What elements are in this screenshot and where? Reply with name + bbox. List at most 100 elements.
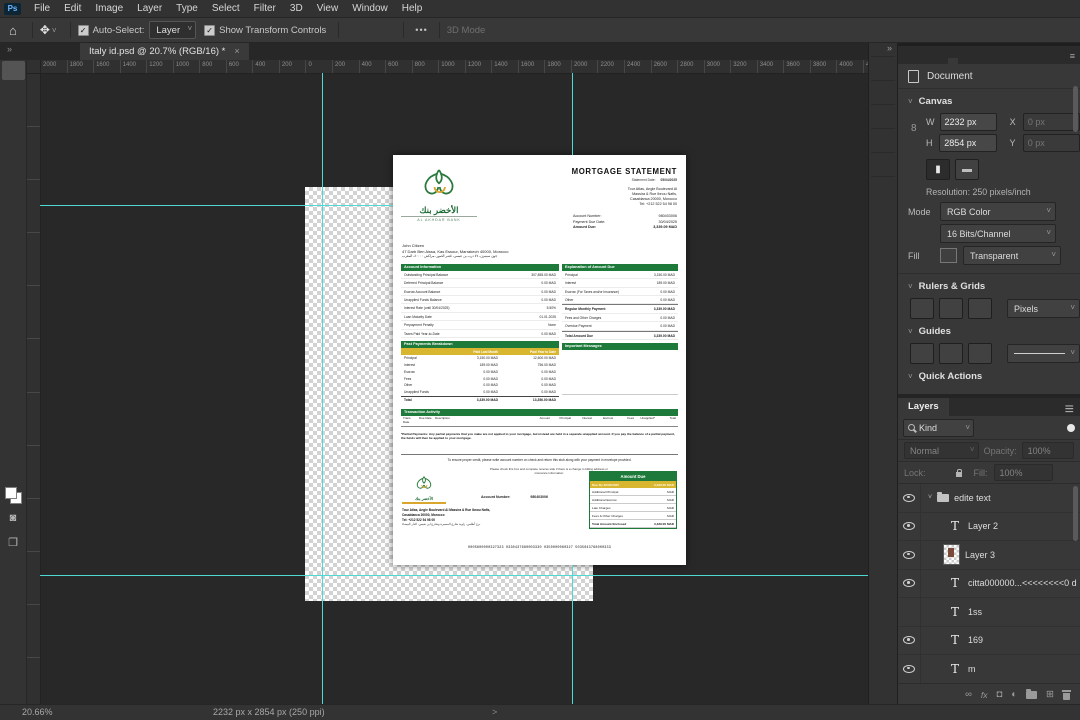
marquee-tool[interactable] [2, 80, 25, 99]
guide-vertical-1[interactable] [322, 73, 323, 705]
new-group-icon[interactable] [1026, 688, 1038, 699]
history-brush-tool[interactable] [2, 252, 25, 271]
blur-tool[interactable] [2, 309, 25, 328]
layer-row-m[interactable]: T m [898, 655, 1080, 683]
rulers-grids-section-header[interactable]: ˅ Rulers & Grids [898, 274, 1080, 295]
layer-name[interactable]: 169 [968, 635, 983, 645]
guides-section-header[interactable]: ˅ Guides [898, 319, 1080, 340]
lock-all-icon[interactable] [955, 468, 962, 477]
home-icon[interactable]: ⌂ [9, 23, 17, 38]
move-tool-icon[interactable]: ✥ [40, 23, 50, 37]
menu-item[interactable]: Type [169, 0, 205, 17]
kind-filter-dropdown[interactable]: Kind [903, 418, 974, 437]
layer-row-layer-3[interactable]: T Layer 3 [898, 541, 1080, 570]
rotate-view-tool[interactable] [2, 424, 25, 443]
portrait-orientation-button[interactable]: ▮ [926, 159, 950, 180]
units-dropdown[interactable]: Pixels [1007, 299, 1080, 318]
menu-item[interactable]: File [27, 0, 57, 17]
visibility-toggle[interactable] [898, 541, 921, 569]
ruler-corner-icon[interactable] [910, 298, 934, 319]
guide-horizontal-2[interactable] [40, 575, 868, 576]
canvas-area[interactable]: 2000 1800 1600 1400 1200 1000 800 600 400 200 0 200… [27, 60, 868, 705]
layers-menu-icon[interactable]: ≡ [1059, 398, 1080, 418]
layer-row-layer-2[interactable]: T Layer 2 [898, 512, 1080, 541]
color-swatches[interactable] [4, 487, 22, 505]
new-layer-icon[interactable]: ⊞ [1046, 689, 1054, 700]
layer-name[interactable]: edite text [954, 493, 991, 503]
delete-layer-icon[interactable] [1062, 690, 1071, 700]
bit-depth-dropdown[interactable]: 16 Bits/Channel [940, 224, 1056, 243]
visibility-toggle[interactable] [898, 598, 921, 626]
healing-brush-tool[interactable] [2, 195, 25, 214]
quick-mask-icon[interactable]: ◙ [2, 508, 25, 528]
presets-panel-icon[interactable] [871, 80, 895, 104]
document-tab[interactable]: Italy id.psd @ 20.7% (RGB/16) * × [80, 42, 249, 60]
3d-panel-icon[interactable] [871, 176, 895, 200]
dodge-tool[interactable] [2, 328, 25, 347]
pasteboard[interactable]: الأخضر بنك AL AKHDAR BANK MORTGAGE STATE… [40, 73, 868, 705]
blend-mode-dropdown[interactable]: Normal [904, 442, 979, 459]
layer-name[interactable]: Layer 3 [965, 550, 995, 560]
lasso-tool[interactable] [2, 99, 25, 118]
layers-scrollbar[interactable] [1072, 486, 1079, 546]
menu-item[interactable]: View [310, 0, 346, 17]
grid-icon[interactable] [939, 298, 963, 319]
properties-scrollbar[interactable] [1072, 86, 1079, 388]
pen-tool[interactable] [2, 347, 25, 366]
width-field[interactable]: 2232 px [939, 113, 997, 131]
layer-name[interactable]: 1ss [968, 607, 982, 617]
canvas-section-header[interactable]: ˅ Canvas [898, 89, 1080, 110]
quick-selection-tool[interactable] [2, 118, 25, 137]
collapse-panels-icon[interactable]: » [887, 43, 892, 53]
zoom-tool[interactable] [2, 443, 25, 462]
visibility-toggle[interactable] [898, 484, 921, 512]
auto-select-target-dropdown[interactable]: Layer [149, 21, 197, 39]
clone-stamp-tool[interactable] [2, 233, 25, 252]
guide-style-dropdown[interactable] [1007, 344, 1080, 363]
menu-item[interactable]: Filter [247, 0, 283, 17]
layers-tab[interactable]: Layers [898, 398, 949, 416]
fill-opacity-field[interactable]: 100% [993, 464, 1053, 481]
layer-mask-icon[interactable]: ◘ [997, 689, 1003, 700]
color-mode-dropdown[interactable]: RGB Color [940, 202, 1056, 221]
menu-item[interactable]: Window [345, 0, 395, 17]
guide-vertical-2-bottom[interactable] [572, 565, 573, 705]
status-chevron-icon[interactable]: > [492, 707, 497, 717]
layer-group-edite-text[interactable]: ˅ T edite text [898, 484, 1080, 513]
crop-tool[interactable] [2, 137, 25, 156]
layer-name[interactable]: Layer 2 [968, 521, 998, 531]
guide-lock-icon[interactable] [939, 343, 963, 364]
fill-swatch[interactable] [940, 248, 957, 263]
filter-toggle-icon[interactable] [1067, 423, 1075, 432]
visibility-toggle[interactable] [898, 626, 921, 654]
paragraph-panel-icon[interactable] [871, 128, 895, 152]
character-panel-icon[interactable] [871, 104, 895, 128]
menu-item[interactable]: Layer [130, 0, 169, 17]
guide-clear-icon[interactable] [968, 343, 992, 364]
menu-item[interactable]: Help [395, 0, 430, 17]
layer-style-icon[interactable]: fx [981, 690, 988, 700]
layer-row-169[interactable]: T 169 [898, 626, 1080, 655]
guide-vertical-2-top[interactable] [572, 73, 573, 155]
guide-layout-icon[interactable] [910, 343, 934, 364]
quick-actions-section-header[interactable]: ˅ Quick Actions [898, 364, 1080, 385]
layer-row-citta[interactable]: T citta000000...<<<<<<<<0 d [898, 569, 1080, 598]
move-tool[interactable] [1, 61, 25, 81]
mortgage-statement-document[interactable]: الأخضر بنك AL AKHDAR BANK MORTGAGE STATE… [393, 155, 686, 565]
menu-item[interactable]: Select [205, 0, 247, 17]
layer-name[interactable]: m [968, 664, 976, 674]
fill-dropdown[interactable]: Transparent [963, 246, 1061, 265]
link-dimensions-icon[interactable]: 8 [911, 123, 917, 134]
menu-item[interactable]: 3D [283, 0, 310, 17]
opacity-field[interactable]: 100% [1021, 442, 1074, 459]
screen-mode-icon[interactable]: ❐ [2, 532, 25, 552]
more-options-icon[interactable]: ••• [415, 25, 427, 35]
pixel-grid-icon[interactable] [968, 298, 992, 319]
menu-item[interactable]: Edit [57, 0, 88, 17]
show-transform-checkbox[interactable]: ✓ [204, 24, 216, 36]
foreground-color-swatch[interactable] [4, 487, 17, 500]
type-tool[interactable] [2, 367, 25, 386]
zoom-level[interactable]: 20.66% [22, 707, 53, 717]
landscape-orientation-button[interactable]: ▬ [955, 159, 979, 180]
visibility-toggle[interactable] [898, 512, 921, 540]
